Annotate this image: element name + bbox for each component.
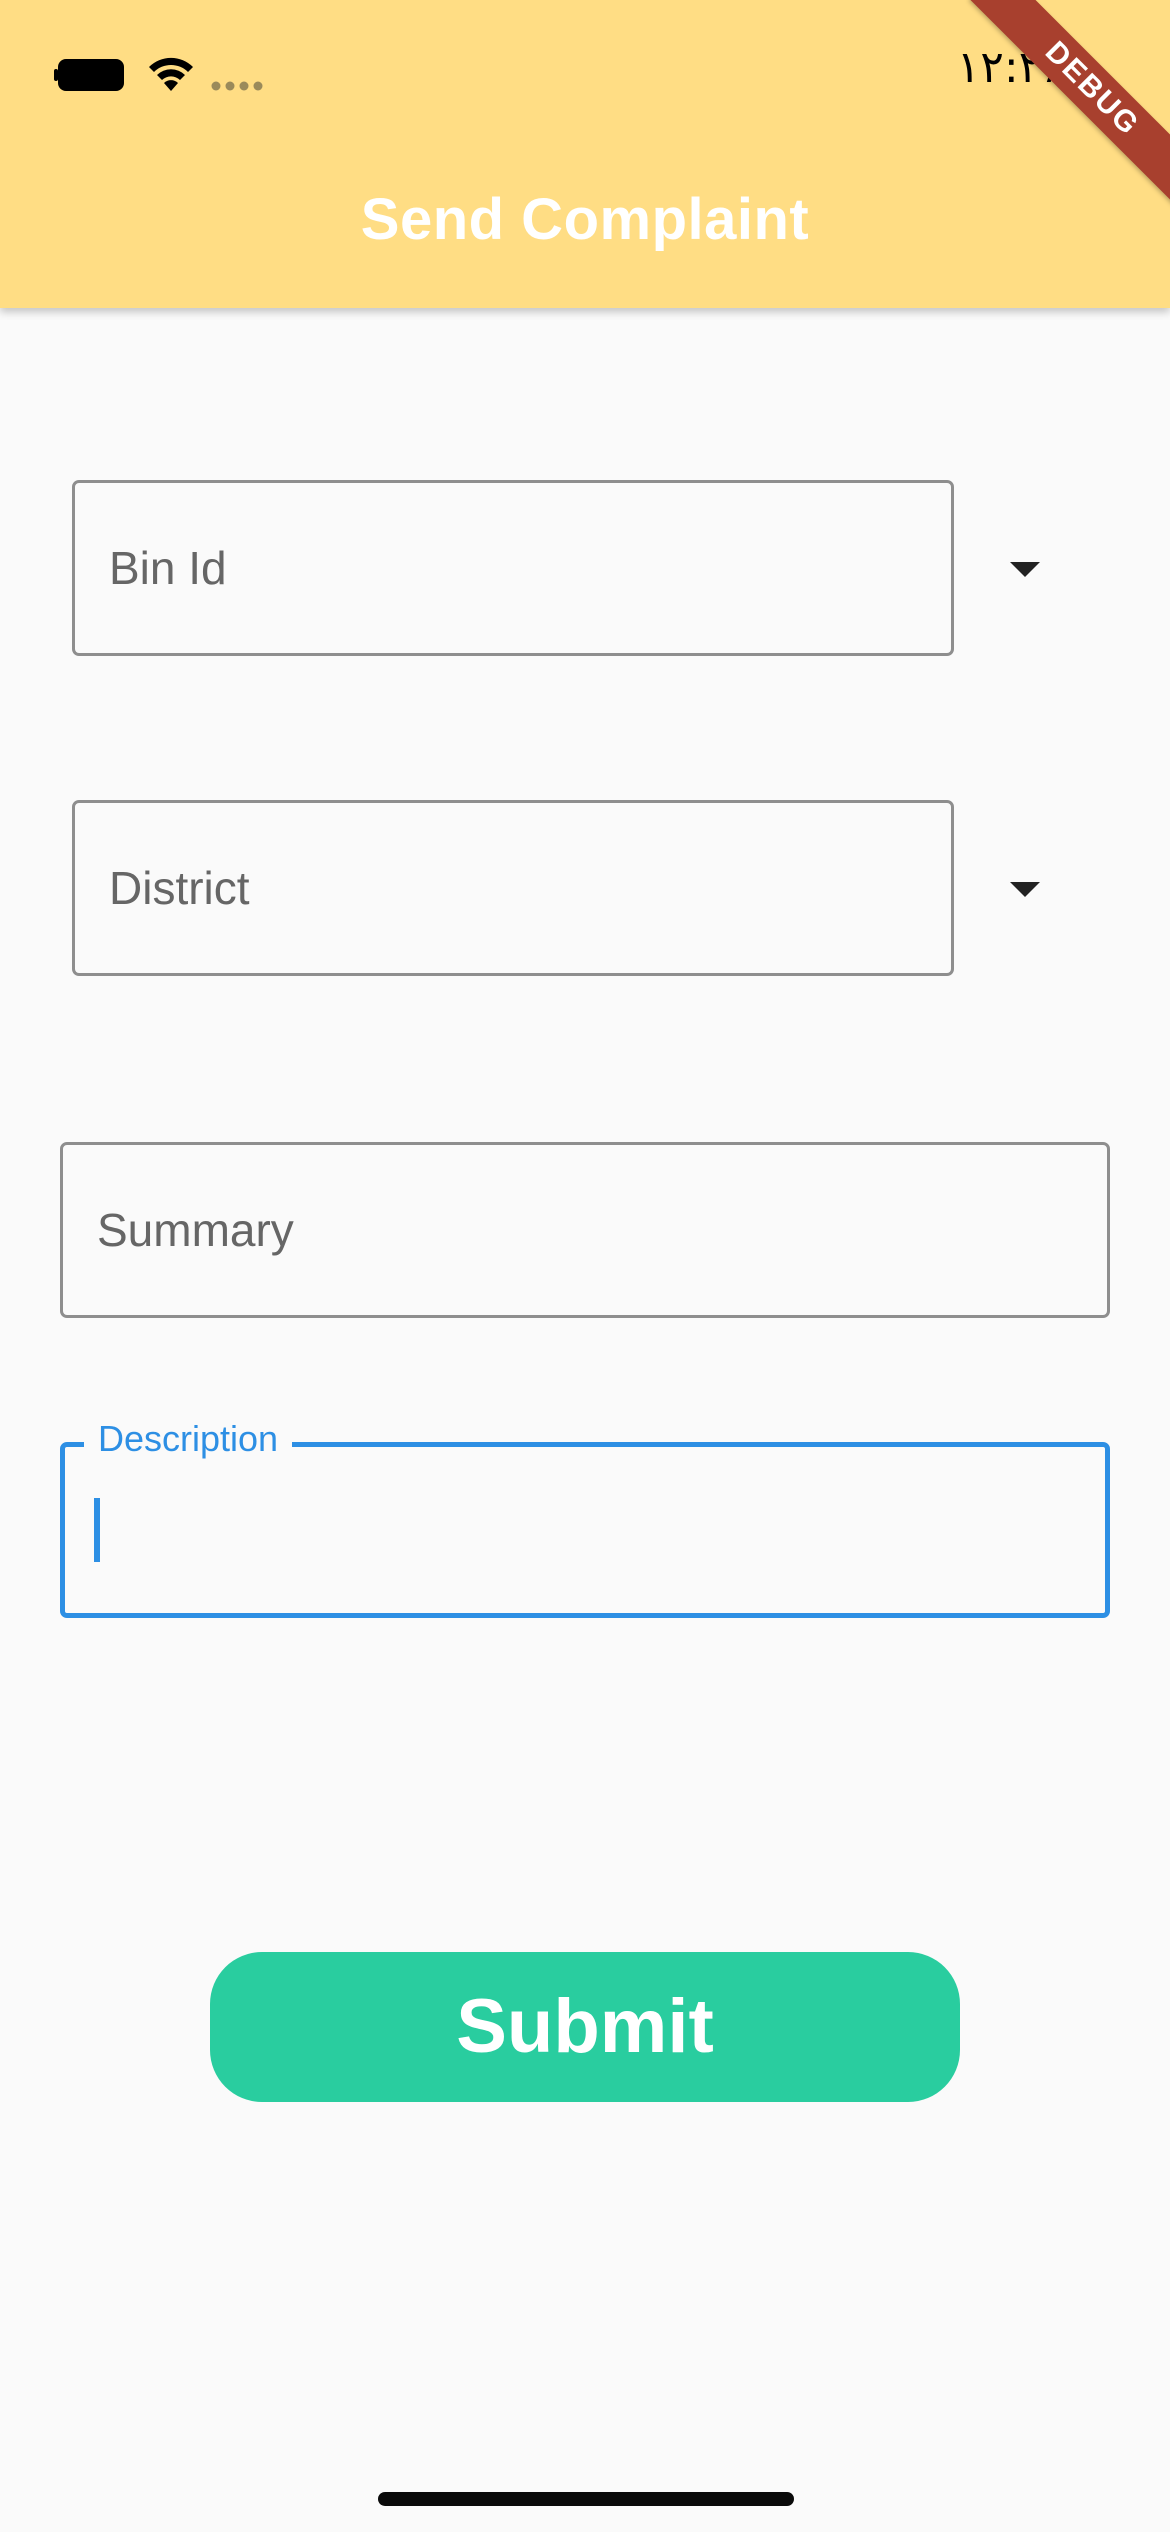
district-label: District — [109, 862, 250, 914]
dropdown-arrow-icon[interactable] — [1010, 562, 1040, 577]
description-label: Description — [84, 1418, 293, 1460]
screen: ۱۲:۲۶ Send Complaint DEBUG Bin Id Distri… — [0, 0, 1170, 2532]
description-field[interactable] — [60, 1442, 1110, 1618]
app-bar: ۱۲:۲۶ Send Complaint — [0, 0, 1170, 308]
wifi-icon — [149, 57, 193, 91]
text-cursor — [94, 1498, 100, 1562]
summary-placeholder: Summary — [97, 1204, 294, 1256]
page-title: Send Complaint — [360, 187, 810, 252]
bin-id-dropdown[interactable]: Bin Id — [72, 480, 954, 656]
home-indicator[interactable] — [378, 2492, 794, 2506]
dropdown-arrow-icon[interactable] — [1010, 882, 1040, 897]
summary-field[interactable]: Summary — [60, 1142, 1110, 1318]
signal-dots-icon — [211, 81, 263, 91]
battery-icon — [54, 59, 124, 91]
bin-id-label: Bin Id — [109, 542, 227, 594]
submit-label: Submit — [456, 1984, 714, 2069]
submit-button[interactable]: Submit — [210, 1952, 960, 2102]
district-dropdown[interactable]: District — [72, 800, 954, 976]
